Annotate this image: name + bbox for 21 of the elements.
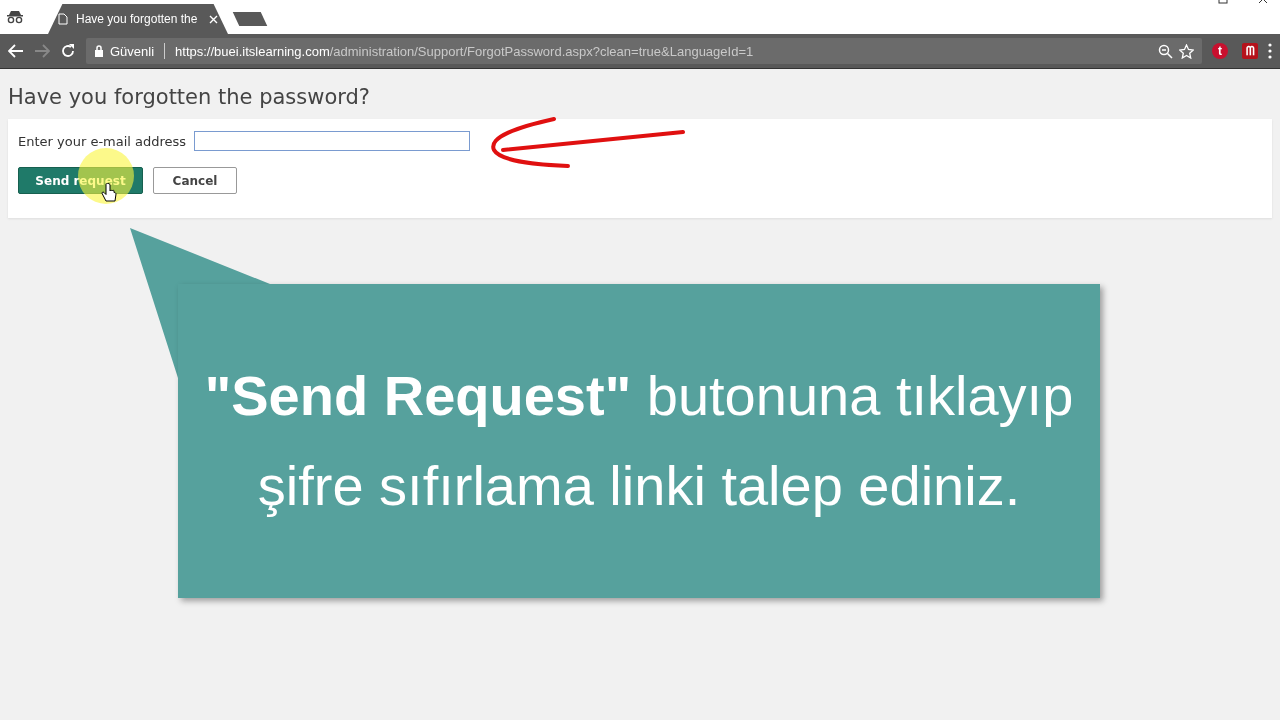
email-label: Enter your e-mail address xyxy=(18,133,187,149)
tab-title: Have you forgotten the xyxy=(76,12,199,26)
star-icon[interactable] xyxy=(1179,43,1194,59)
callout-text: "Send Request" butonuna tıklayıp şifre sıfırlama linki talep ediniz. xyxy=(203,363,1075,519)
extension-button[interactable]: t xyxy=(1212,43,1228,59)
cancel-button[interactable]: Cancel xyxy=(153,167,237,194)
extension-button[interactable]: ᗰ xyxy=(1242,43,1258,59)
browser-tab[interactable]: Have you forgotten the xyxy=(48,4,228,34)
menu-icon[interactable] xyxy=(1268,43,1272,59)
incognito-icon xyxy=(6,10,24,24)
lock-icon xyxy=(94,45,104,57)
reload-icon[interactable] xyxy=(60,43,76,59)
zoom-out-icon[interactable] xyxy=(1158,43,1173,59)
url-text: https://buei.itslearning.com/administration/Support/ForgotPassword.aspx?clean=true&LanguageId=1 xyxy=(175,43,755,59)
page-icon xyxy=(58,13,68,25)
new-tab-button[interactable] xyxy=(232,12,268,26)
security-label: Güvenli xyxy=(110,43,155,59)
address-bar[interactable]: Güvenli https://buei.itslearning.com/administration/Support/ForgotPassword.aspx?clean=true&LanguageId=1 xyxy=(86,38,1202,64)
email-input-field[interactable] xyxy=(194,131,471,151)
back-icon[interactable] xyxy=(8,44,24,58)
page-heading: Have you forgotten the password? xyxy=(7,84,371,111)
